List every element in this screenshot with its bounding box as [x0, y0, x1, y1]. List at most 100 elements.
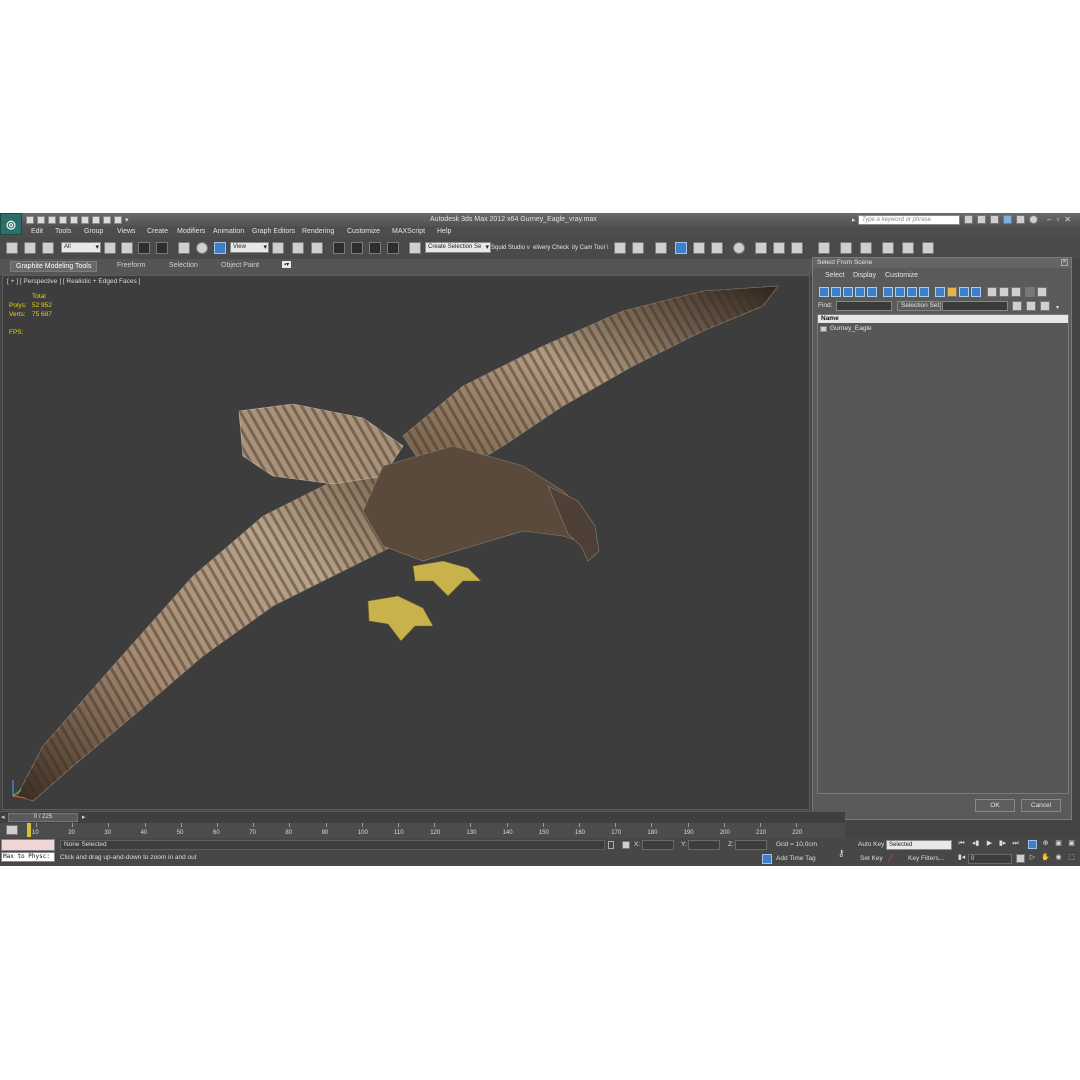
menu-modifiers[interactable]: Modifiers	[177, 228, 205, 235]
find-input[interactable]	[836, 301, 892, 311]
search-input[interactable]: Type a keyword or phrase	[858, 215, 960, 225]
project-folder-icon[interactable]	[81, 216, 89, 224]
maxscript-mini-listener[interactable]: Max to Physc:	[1, 852, 55, 862]
display-lights-icon[interactable]	[843, 287, 853, 297]
time-tag-icon[interactable]	[762, 854, 772, 864]
list-item[interactable]: Gurney_Eagle	[820, 325, 872, 332]
mirror-icon[interactable]	[614, 242, 626, 254]
rotate-icon[interactable]	[196, 242, 208, 254]
minimize-button[interactable]: –	[1047, 215, 1051, 224]
display-containers-icon[interactable]	[935, 287, 945, 297]
move-icon[interactable]	[178, 242, 190, 254]
time-slider-thumb[interactable]: 0 / 225	[8, 813, 78, 822]
menu-create[interactable]: Create	[147, 228, 168, 235]
scale-icon[interactable]	[214, 242, 226, 254]
play-icon[interactable]: ▶	[985, 840, 994, 849]
x-coordinate-field[interactable]	[642, 840, 674, 850]
menu-help[interactable]: Help	[437, 228, 451, 235]
set-key-button[interactable]: Set Key	[860, 855, 883, 862]
subscription-icon[interactable]	[977, 215, 986, 224]
search-expand-icon[interactable]: ▸	[852, 216, 856, 224]
display-helpers-icon[interactable]	[867, 287, 877, 297]
select-object-icon[interactable]	[104, 242, 116, 254]
rendered-frame-window-icon[interactable]	[773, 242, 785, 254]
maxscript-listener-output[interactable]	[1, 839, 55, 851]
render-production-icon[interactable]	[791, 242, 803, 254]
angle-snap-icon[interactable]	[351, 242, 363, 254]
plugin-squid-studio[interactable]: Squid Studio v	[491, 245, 530, 251]
keyboard-shortcut-icon[interactable]	[311, 242, 323, 254]
go-to-end-icon[interactable]: ⏭	[1011, 840, 1020, 849]
spinner-snap-icon[interactable]	[387, 242, 399, 254]
display-panel-icon[interactable]	[902, 242, 914, 254]
sync-selection-icon[interactable]	[1011, 287, 1021, 297]
select-manipulate-icon[interactable]	[292, 242, 304, 254]
modify-panel-icon[interactable]	[840, 242, 852, 254]
mail-icon[interactable]	[1003, 215, 1012, 224]
display-cameras-icon[interactable]	[855, 287, 865, 297]
tab-object-paint[interactable]: Object Paint	[221, 262, 259, 269]
edit-named-selection-icon[interactable]	[409, 242, 421, 254]
zoom-icon[interactable]	[1028, 840, 1037, 849]
auto-key-button[interactable]: Auto Key	[858, 841, 884, 848]
select-by-name-icon[interactable]	[121, 242, 133, 254]
display-groups-icon[interactable]	[895, 287, 905, 297]
invert-display-icon[interactable]	[999, 287, 1009, 297]
go-to-start-icon[interactable]: ⏮	[957, 840, 966, 849]
y-coordinate-field[interactable]	[688, 840, 720, 850]
display-none-icon[interactable]	[987, 287, 997, 297]
mini-curve-editor-icon[interactable]	[6, 825, 18, 835]
select-invert-icon[interactable]	[1040, 301, 1050, 311]
select-all-icon[interactable]	[1012, 301, 1022, 311]
create-panel-icon[interactable]	[818, 242, 830, 254]
percent-snap-icon[interactable]	[369, 242, 381, 254]
eagle-model[interactable]	[3, 276, 809, 809]
next-frame-icon[interactable]: ▮▸	[998, 840, 1007, 849]
filter-options-icon[interactable]	[1037, 287, 1047, 297]
display-hidden-icon[interactable]	[959, 287, 969, 297]
help-icon[interactable]	[1029, 215, 1038, 224]
orbit-icon[interactable]: ◉	[1054, 854, 1063, 863]
reference-coordinate-dropdown[interactable]: View	[230, 242, 269, 253]
selection-filter-dropdown[interactable]: All	[61, 242, 101, 253]
render-setup-icon[interactable]	[755, 242, 767, 254]
layer-manager-icon[interactable]	[655, 242, 667, 254]
plugin-cam-tool[interactable]: ity Cam Tool \	[572, 245, 608, 251]
display-frozen-icon[interactable]	[947, 287, 957, 297]
display-geometry-icon[interactable]	[819, 287, 829, 297]
z-coordinate-field[interactable]	[735, 840, 767, 850]
menu-customize[interactable]: Customize	[347, 228, 380, 235]
field-of-view-icon[interactable]: ▷	[1028, 854, 1037, 863]
display-xrefs-icon[interactable]	[907, 287, 917, 297]
list-column-header[interactable]: Name	[818, 315, 1068, 323]
key-filters-button[interactable]: Key Filters...	[908, 855, 944, 862]
named-selection-dropdown[interactable]: Create Selection Se	[425, 242, 491, 253]
unlink-icon[interactable]	[24, 242, 36, 254]
toolbar-overflow-icon[interactable]: ▾	[1056, 304, 1059, 311]
binoculars-icon[interactable]	[964, 215, 973, 224]
window-icon-3[interactable]	[114, 216, 122, 224]
communication-icon[interactable]	[990, 215, 999, 224]
menu-group[interactable]: Group	[84, 228, 103, 235]
maximize-viewport-icon[interactable]: ⬚	[1067, 854, 1076, 863]
3ds-max-logo-icon[interactable]: ◎	[0, 213, 22, 235]
select-link-icon[interactable]	[6, 242, 18, 254]
close-button[interactable]: ✕	[1064, 215, 1071, 224]
zoom-extents-icon[interactable]: ▣	[1054, 840, 1063, 849]
display-bones-icon[interactable]	[919, 287, 929, 297]
align-icon[interactable]	[632, 242, 644, 254]
menu-views[interactable]: Views	[117, 228, 136, 235]
dialog-close-button[interactable]: ✕	[1061, 259, 1068, 266]
menu-tools[interactable]: Tools	[55, 228, 71, 235]
open-file-icon[interactable]	[37, 216, 45, 224]
key-mode-dropdown[interactable]: Selected	[886, 840, 952, 850]
current-frame-field[interactable]: 0	[968, 854, 1012, 864]
pan-view-icon[interactable]: ✋	[1041, 854, 1050, 863]
window-crossing-icon[interactable]	[156, 242, 168, 254]
key-icon[interactable]: ⚷	[838, 848, 845, 859]
maximize-button[interactable]: ▫	[1056, 215, 1059, 224]
window-icon-1[interactable]	[92, 216, 100, 224]
graphite-toggle-icon[interactable]	[675, 242, 687, 254]
display-shapes-icon[interactable]	[831, 287, 841, 297]
dialog-menu-customize[interactable]: Customize	[885, 272, 918, 279]
